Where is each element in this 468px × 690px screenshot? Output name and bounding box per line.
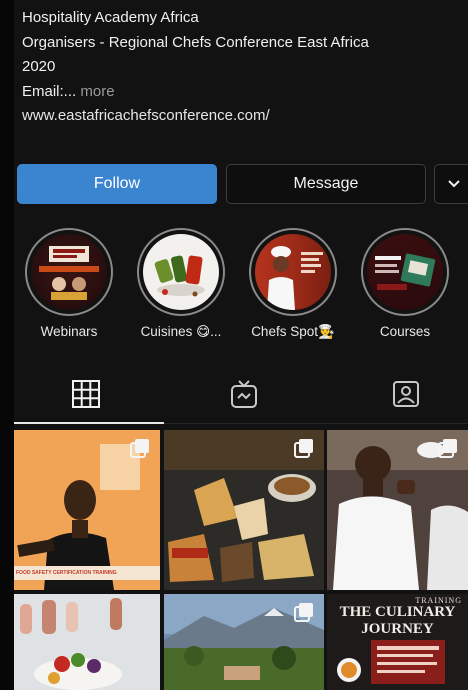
suggested-accounts-button[interactable] bbox=[434, 164, 468, 204]
tab-posts-grid[interactable] bbox=[66, 374, 106, 414]
website-link[interactable]: www.eastafricachefsconference.com/ bbox=[22, 104, 462, 129]
bio-email-label: Email:... bbox=[22, 82, 77, 100]
tagged-icon bbox=[393, 381, 419, 407]
highlight-ring bbox=[137, 228, 225, 316]
webinars-cover bbox=[31, 234, 107, 310]
follow-button[interactable]: Follow bbox=[17, 164, 217, 204]
cuisines-cover bbox=[143, 234, 219, 310]
profile-tabs bbox=[14, 362, 468, 424]
post-thumbnail[interactable] bbox=[327, 430, 468, 590]
highlight-label: Chefs Spot👨‍🍳 bbox=[251, 324, 335, 339]
carousel-icon bbox=[294, 439, 313, 458]
carousel-icon bbox=[438, 439, 457, 458]
message-button[interactable]: Message bbox=[226, 164, 426, 204]
highlight-ring bbox=[361, 228, 449, 316]
bio-line-1: Hospitality Academy Africa bbox=[22, 9, 199, 26]
post-thumbnail[interactable] bbox=[164, 430, 324, 590]
highlight-ring bbox=[249, 228, 337, 316]
highlight-label: Webinars bbox=[40, 324, 98, 339]
highlight-chefs-spot[interactable]: Chefs Spot👨‍🍳 bbox=[238, 228, 348, 340]
highlight-label: Courses bbox=[379, 324, 431, 339]
profile-screen: Hospitality Academy Africa Organisers - … bbox=[0, 0, 468, 690]
highlight-label: Cuisines 😋... bbox=[140, 324, 222, 339]
bio-email-line: Email:... more bbox=[22, 80, 462, 105]
highlight-courses[interactable]: Courses bbox=[350, 228, 460, 339]
screen-edge bbox=[0, 0, 14, 690]
story-highlights: Webinars Cuisines 😋... bbox=[14, 228, 468, 348]
highlight-ring bbox=[25, 228, 113, 316]
grid-icon bbox=[72, 380, 100, 408]
active-tab-indicator bbox=[14, 422, 164, 424]
post-thumbnail[interactable]: FOOD SAFETY CERTIFICATION TRAINING bbox=[14, 430, 160, 590]
chefs-spot-cover bbox=[255, 234, 331, 310]
igtv-icon bbox=[231, 380, 257, 408]
highlight-webinars[interactable]: Webinars bbox=[14, 228, 124, 339]
tab-tagged[interactable] bbox=[386, 374, 426, 414]
bio-line-2: Organisers - Regional Chefs Conference E… bbox=[22, 33, 369, 51]
carousel-icon bbox=[294, 603, 313, 622]
bio-line-3: 2020 bbox=[22, 58, 56, 75]
post-thumbnail[interactable] bbox=[14, 594, 160, 690]
bio-more-link[interactable]: more bbox=[76, 83, 114, 100]
posts-grid: FOOD SAFETY CERTIFICATION TRAINING TRAIN… bbox=[14, 430, 468, 690]
courses-cover bbox=[367, 234, 443, 310]
post-thumbnail[interactable]: TRAINING THE CULINARY JOURNEY bbox=[327, 594, 468, 690]
chevron-down-icon bbox=[448, 180, 460, 188]
profile-bio: Hospitality Academy Africa Organisers - … bbox=[22, 6, 462, 129]
tab-igtv[interactable] bbox=[224, 374, 264, 414]
carousel-icon bbox=[130, 439, 149, 458]
post-caption: FOOD SAFETY CERTIFICATION TRAINING bbox=[16, 570, 117, 576]
highlight-cuisines[interactable]: Cuisines 😋... bbox=[126, 228, 236, 340]
post-thumbnail[interactable] bbox=[164, 594, 324, 690]
